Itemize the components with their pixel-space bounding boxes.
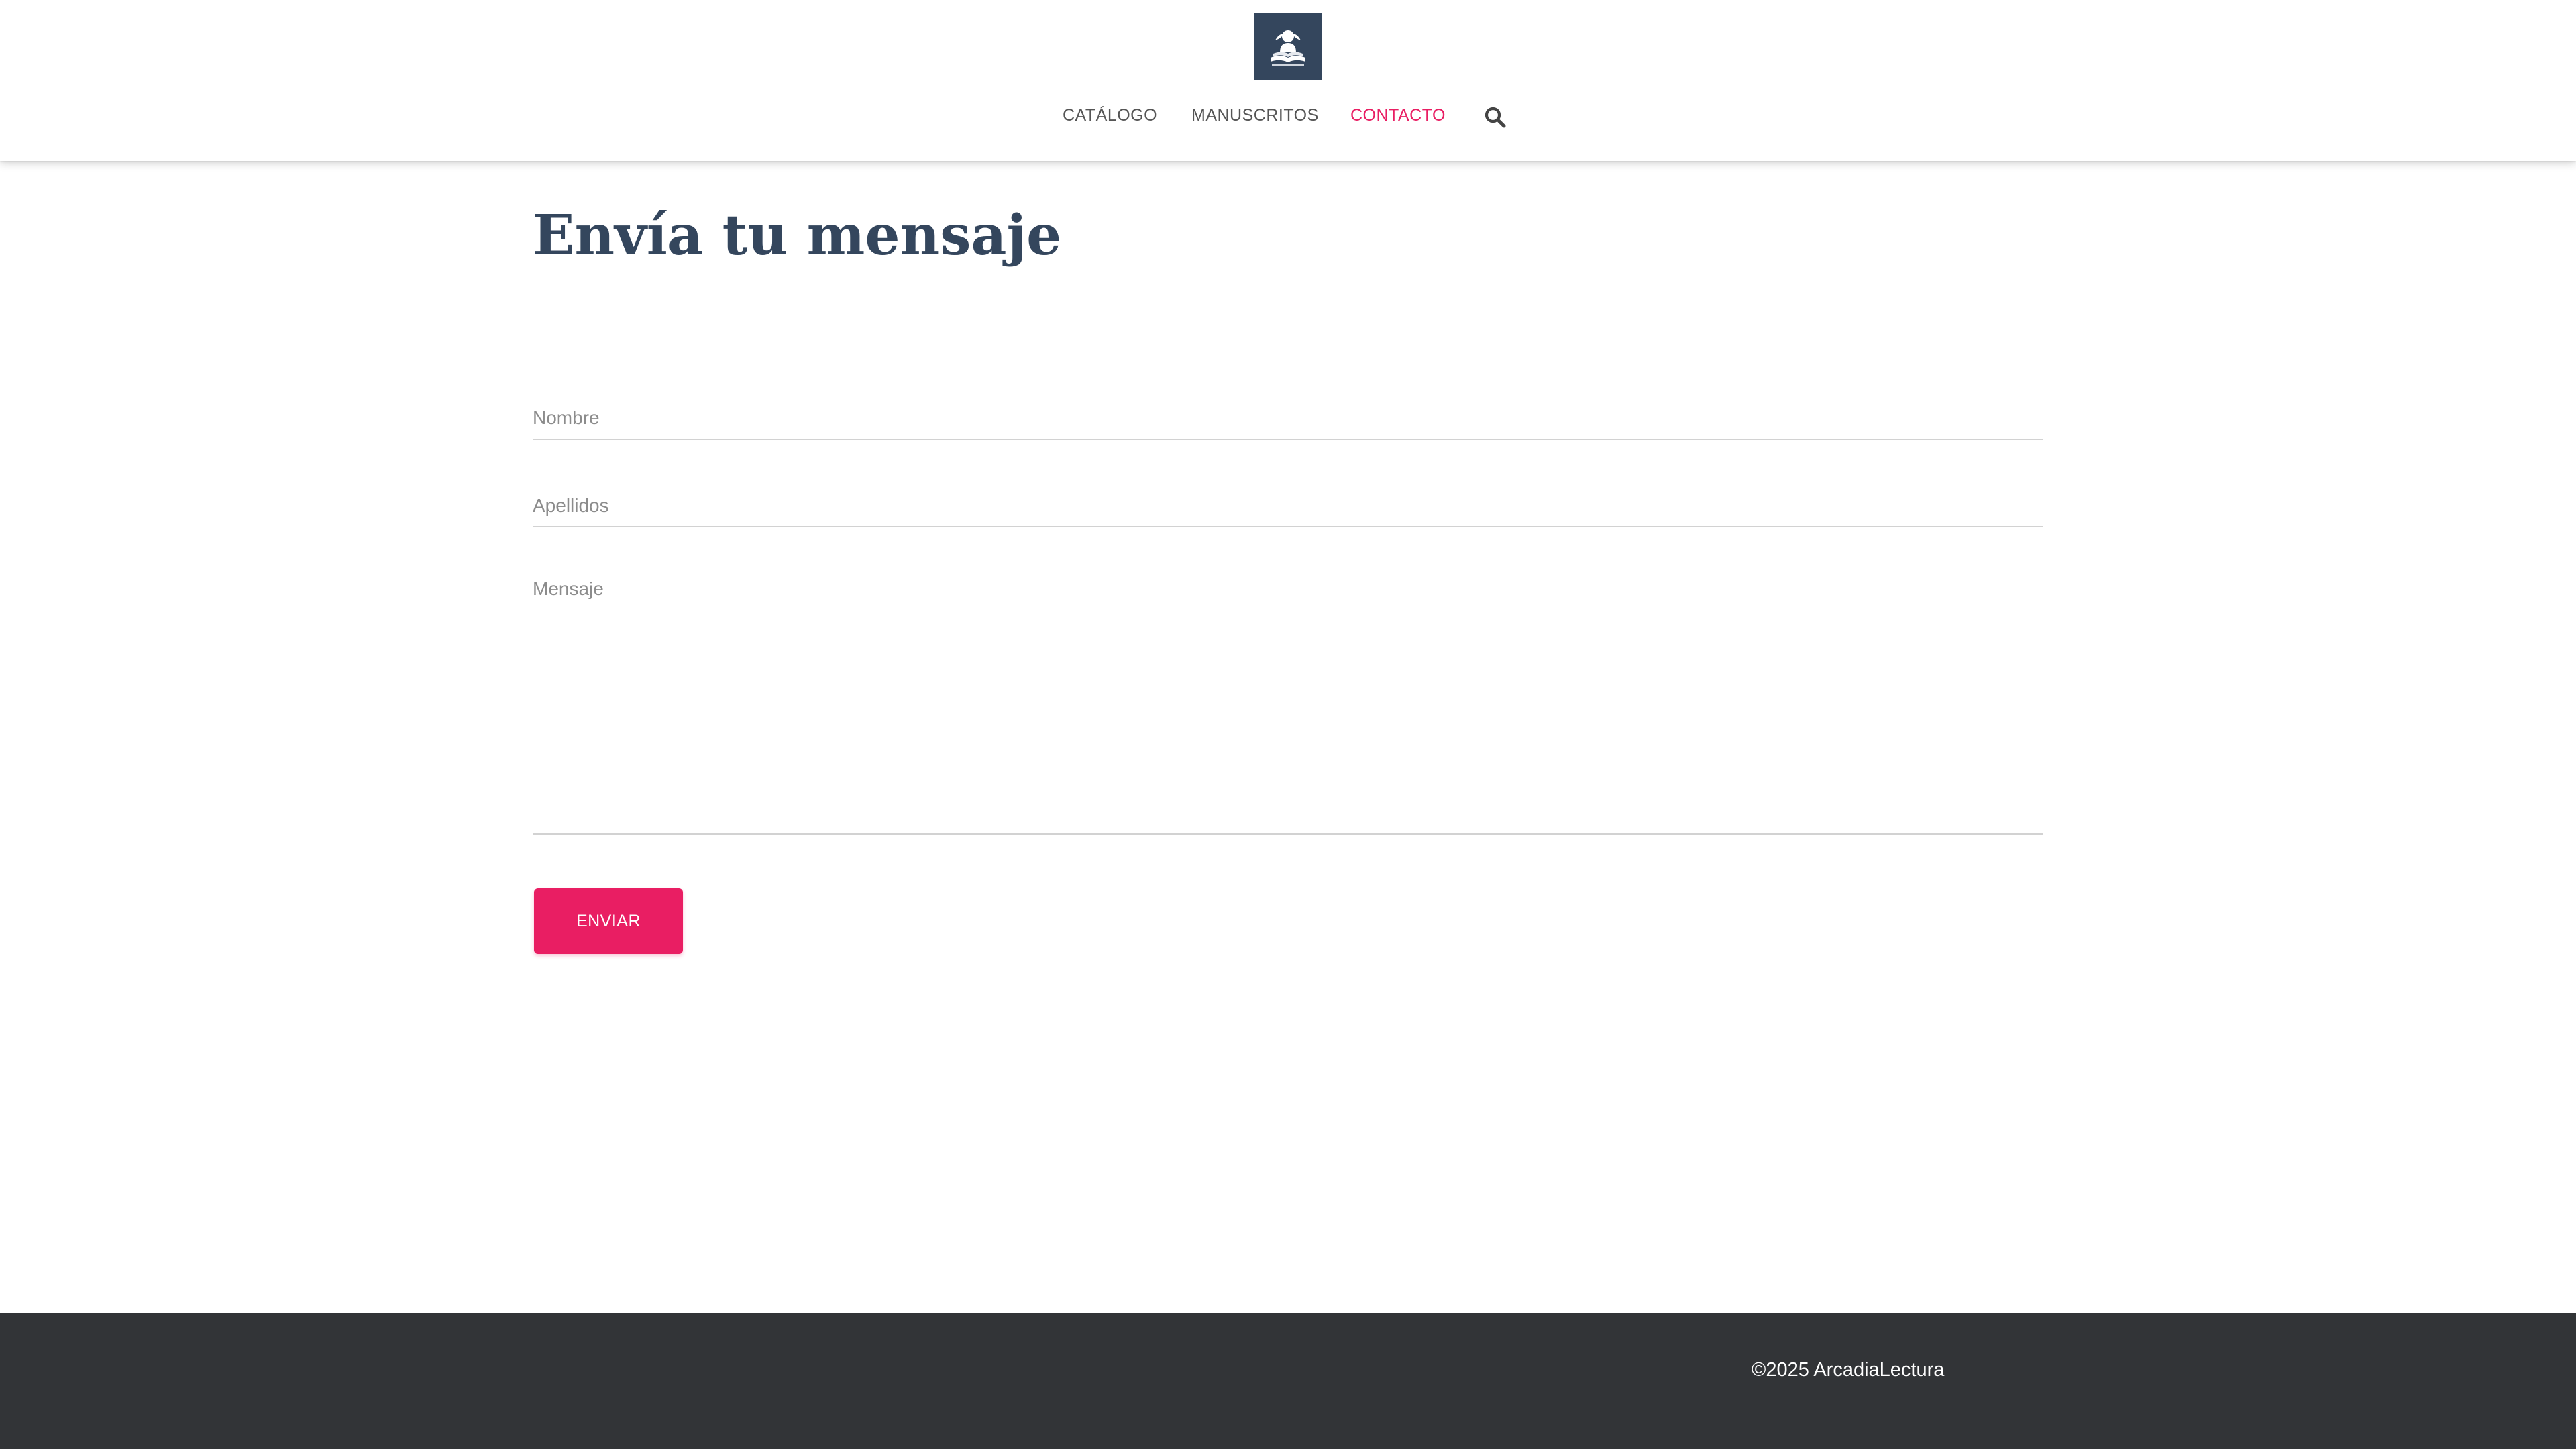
nav-item-catalogo[interactable]: CATÁLOGO <box>1063 102 1157 129</box>
site-header: CATÁLOGO MANUSCRITOS CONTACTO <box>0 0 2576 161</box>
submit-button[interactable]: ENVIAR <box>534 888 683 954</box>
search-button[interactable] <box>1483 105 1507 129</box>
site-logo[interactable] <box>1254 13 1322 80</box>
nav-item-contacto[interactable]: CONTACTO <box>1350 102 1446 129</box>
footer-copyright: ©2025 ArcadiaLectura <box>1752 1359 1945 1381</box>
nav-item-manuscritos[interactable]: MANUSCRITOS <box>1191 102 1319 129</box>
search-icon <box>1485 107 1506 128</box>
last-name-input[interactable] <box>533 486 2043 527</box>
site-footer <box>0 1313 2576 1449</box>
first-name-input[interactable] <box>533 397 2043 440</box>
message-textarea[interactable] <box>533 573 2043 835</box>
page-title: Envía tu mensaje <box>533 203 1062 268</box>
book-reader-logo-icon <box>1271 30 1305 66</box>
